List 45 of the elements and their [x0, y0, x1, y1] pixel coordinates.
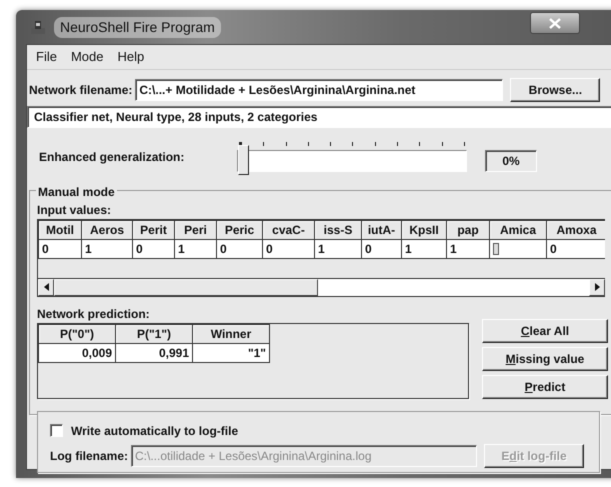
section-label: Network prediction: — [37, 306, 151, 322]
filename-field[interactable]: C:\...+ Motilidade + Lesões\Arginina\Arginina.net — [135, 78, 504, 100]
column-header: Amoxa — [546, 220, 605, 239]
column-header: pap — [446, 220, 490, 239]
browse-button[interactable]: Browse... — [510, 78, 600, 102]
table-cell[interactable]: 1 — [402, 239, 446, 258]
column-header: Perit — [132, 220, 174, 239]
column-header: Amica — [490, 220, 546, 239]
clear-all-button[interactable]: Clear All — [482, 318, 608, 342]
column-header: P("0") — [38, 324, 116, 343]
missing-value-button[interactable]: Missing value — [482, 346, 608, 370]
percent-readout: 0% — [485, 150, 537, 172]
field-label: Network filename: — [29, 82, 132, 98]
table-cell[interactable]: 0 — [132, 239, 174, 258]
table-cell[interactable]: 0 — [362, 239, 402, 258]
column-header: Peric — [216, 220, 262, 239]
table-cell[interactable]: 1 — [314, 239, 362, 258]
section-label: Input values: — [37, 202, 112, 218]
predict-button[interactable]: Predict — [482, 374, 608, 398]
table-cell: "1" — [192, 343, 270, 362]
column-header: iutA- — [362, 220, 402, 239]
menu-item[interactable]: Mode — [66, 47, 112, 66]
table-cell[interactable]: 0 — [262, 239, 314, 258]
window-title: NeuroShell Fire Program — [54, 16, 221, 38]
column-header: P("1") — [116, 324, 192, 343]
checkbox-label: Write automatically to log-file — [71, 422, 238, 440]
column-header: iss-S — [314, 220, 362, 239]
table-cell[interactable]: 0 — [38, 239, 82, 258]
menu-item[interactable]: File — [31, 47, 66, 66]
column-header: cvaC- — [262, 220, 314, 239]
menu-item[interactable]: Help — [112, 47, 154, 66]
table-cell: 0,991 — [116, 343, 192, 362]
column-header: Aeros — [82, 220, 132, 239]
column-header: Peri — [174, 220, 216, 239]
table-cell[interactable]: 0 — [216, 239, 262, 258]
table-cell[interactable]: 1 — [82, 239, 132, 258]
field-label: Log filename: — [50, 448, 128, 464]
table-cell[interactable]: 0 — [546, 239, 605, 258]
column-header: Winner — [192, 324, 270, 343]
column-header: Motil — [38, 220, 82, 239]
table-cell[interactable]: 1 — [174, 239, 216, 258]
table-cell[interactable]: 1 — [446, 239, 490, 258]
slider-label: Enhanced generalization: — [39, 148, 186, 166]
column-header: KpsII — [402, 220, 446, 239]
table-cell: 0,009 — [38, 343, 116, 362]
